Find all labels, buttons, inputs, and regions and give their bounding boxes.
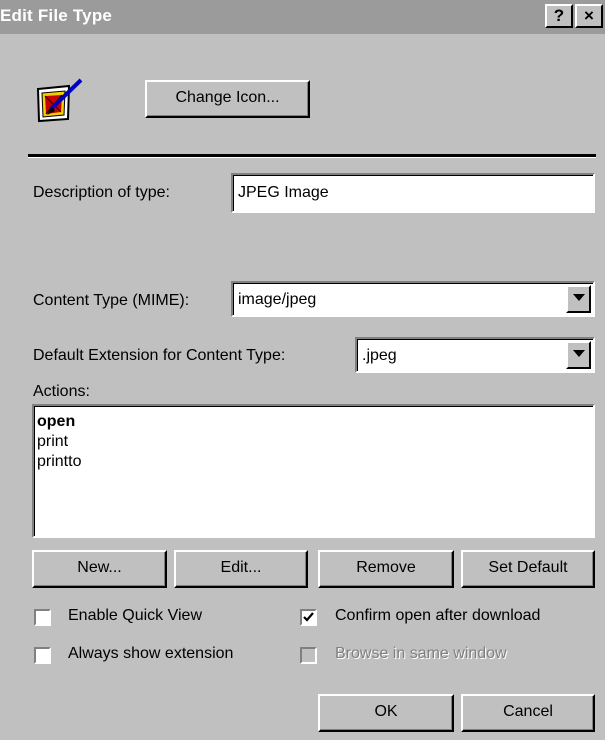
confirm-open-checkbox[interactable] [300,609,317,626]
checkmark-icon [303,612,314,622]
edit-button[interactable]: Edit... [174,550,308,588]
help-button[interactable]: ? [545,4,573,28]
description-field[interactable]: JPEG Image [231,173,595,213]
separator [28,154,596,158]
enable-quick-view-label: Enable Quick View [68,607,202,624]
close-button[interactable]: × [575,4,603,28]
content-type-label: Content Type (MIME): [33,292,190,309]
window-title: Edit File Type [0,6,113,25]
browse-same-window-checkbox [300,647,317,664]
title-bar[interactable]: Edit File Type ? × [0,0,605,34]
enable-quick-view-checkbox[interactable] [34,609,51,626]
new-button[interactable]: New... [32,550,167,588]
list-item[interactable]: printto [37,452,81,472]
ok-button[interactable]: OK [318,694,454,732]
change-icon-button[interactable]: Change Icon... [145,80,310,118]
actions-label: Actions: [33,383,90,400]
always-show-extension-checkbox[interactable] [34,647,51,664]
list-item[interactable]: open [37,412,81,432]
default-extension-label: Default Extension for Content Type: [33,347,286,364]
chevron-down-icon[interactable] [566,285,591,313]
jpeg-image-file-icon [35,77,85,127]
set-default-button[interactable]: Set Default [461,550,595,588]
list-item[interactable]: print [37,432,81,452]
cancel-button[interactable]: Cancel [461,694,595,732]
close-icon: × [584,6,594,25]
confirm-open-label: Confirm open after download [335,607,541,624]
content-type-dropdown[interactable]: image/jpeg [231,281,595,317]
actions-list[interactable]: open print printto [32,404,595,538]
browse-same-window-label: Browse in same window [335,645,507,662]
default-extension-dropdown[interactable]: .jpeg [355,337,595,373]
always-show-extension-label: Always show extension [68,645,234,662]
remove-button[interactable]: Remove [318,550,454,588]
chevron-down-icon[interactable] [566,341,591,369]
description-label: Description of type: [33,184,170,201]
